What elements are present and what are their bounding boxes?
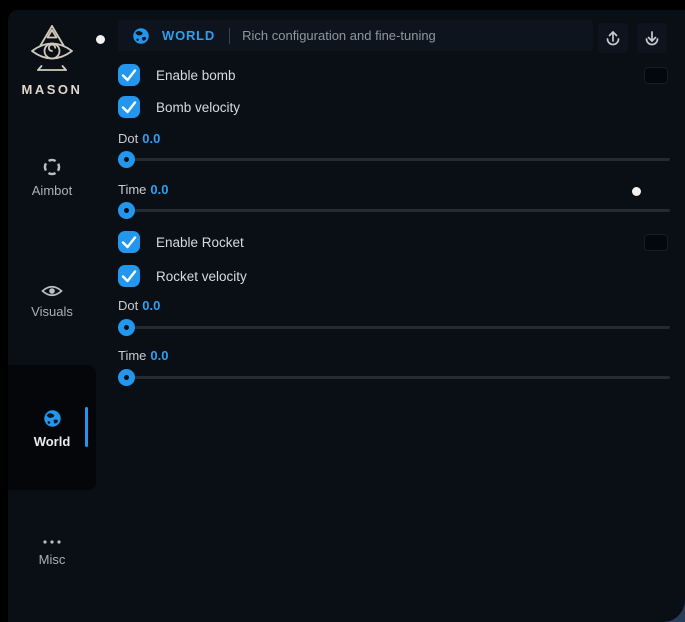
slider-label-time: Time0.0 xyxy=(118,348,168,363)
download-icon xyxy=(643,29,661,47)
ellipsis-icon xyxy=(41,538,63,546)
export-config-button[interactable] xyxy=(598,23,628,53)
slider-track[interactable] xyxy=(118,326,670,329)
slider-time[interactable] xyxy=(118,202,670,219)
slider-value: 0.0 xyxy=(150,182,168,197)
color-swatch[interactable] xyxy=(644,234,668,251)
page-title[interactable]: WORLD xyxy=(162,28,215,43)
cursor-dot xyxy=(632,187,641,196)
sidebar-item-aimbot[interactable]: Aimbot xyxy=(8,157,96,203)
import-config-button[interactable] xyxy=(637,23,667,53)
checkbox-enable-rocket[interactable] xyxy=(118,231,140,253)
slider-track[interactable] xyxy=(118,209,670,212)
slider-dot-rocket[interactable] xyxy=(118,319,670,336)
slider-dot[interactable] xyxy=(118,151,670,168)
slider-label-time: Time0.0 xyxy=(118,182,168,197)
slider-value: 0.0 xyxy=(150,348,168,363)
globe-icon xyxy=(43,409,62,428)
globe-icon xyxy=(132,27,150,45)
slider-track[interactable] xyxy=(118,376,670,379)
header-divider xyxy=(229,28,230,44)
masonic-eye-logo-icon xyxy=(28,24,76,78)
sidebar-item-label: World xyxy=(34,434,71,449)
sidebar-item-misc[interactable]: Misc xyxy=(8,538,96,584)
sidebar-item-world[interactable]: World xyxy=(8,365,96,490)
setting-label: Rocket velocity xyxy=(156,269,247,284)
slider-time-rocket[interactable] xyxy=(118,369,670,386)
setting-row-enable-rocket: Enable Rocket xyxy=(118,231,670,253)
upload-icon xyxy=(604,29,622,47)
sidebar-item-label: Misc xyxy=(39,552,66,567)
setting-label: Bomb velocity xyxy=(156,100,240,115)
setting-row-enable-bomb: Enable bomb xyxy=(118,64,670,86)
slider-handle[interactable] xyxy=(118,369,135,386)
sidebar: MASON Aimbot Visuals World xyxy=(8,10,110,622)
page-subtitle: Rich configuration and fine-tuning xyxy=(242,28,436,43)
sidebar-item-visuals[interactable]: Visuals xyxy=(8,284,96,330)
sidebar-item-label: Aimbot xyxy=(32,183,72,198)
page-header: WORLD Rich configuration and fine-tuning xyxy=(118,20,593,51)
setting-label: Enable bomb xyxy=(156,68,236,83)
slider-value: 0.0 xyxy=(142,298,160,313)
app-title: MASON xyxy=(8,82,96,97)
checkmark-icon xyxy=(118,96,140,118)
slider-label-dot: Dot0.0 xyxy=(118,131,160,146)
color-swatch[interactable] xyxy=(644,67,668,84)
app-logo: MASON xyxy=(8,24,96,97)
slider-track[interactable] xyxy=(118,158,670,161)
slider-handle[interactable] xyxy=(118,319,135,336)
checkbox-enable-bomb[interactable] xyxy=(118,64,140,86)
selected-indicator-bar xyxy=(85,407,88,447)
slider-value: 0.0 xyxy=(142,131,160,146)
eye-icon xyxy=(41,284,63,298)
slider-label-dot: Dot0.0 xyxy=(118,298,160,313)
checkbox-bomb-velocity[interactable] xyxy=(118,96,140,118)
setting-label: Enable Rocket xyxy=(156,235,244,250)
sidebar-item-label: Visuals xyxy=(31,304,73,319)
mason-menu-window: MASON Aimbot Visuals World xyxy=(8,10,685,622)
checkbox-rocket-velocity[interactable] xyxy=(118,265,140,287)
setting-row-bomb-velocity: Bomb velocity xyxy=(118,96,670,118)
checkmark-icon xyxy=(118,64,140,86)
crosshair-icon xyxy=(42,157,62,177)
slider-handle[interactable] xyxy=(118,151,135,168)
checkmark-icon xyxy=(118,231,140,253)
checkmark-icon xyxy=(118,265,140,287)
setting-row-rocket-velocity: Rocket velocity xyxy=(118,265,670,287)
cursor-dot xyxy=(96,35,105,44)
slider-handle[interactable] xyxy=(118,202,135,219)
